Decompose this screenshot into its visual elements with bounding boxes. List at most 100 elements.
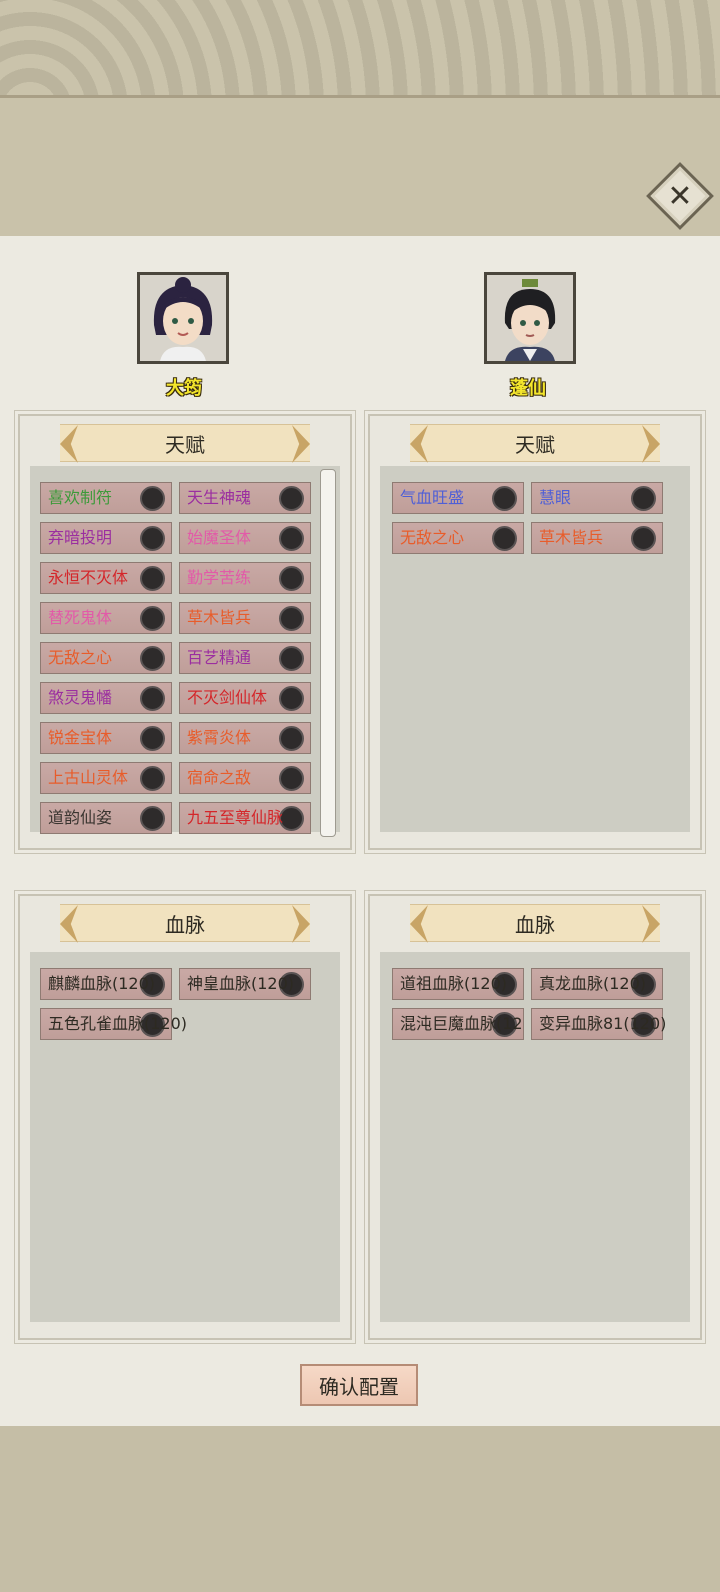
left-talent-title: 天赋 xyxy=(165,432,205,457)
bloodline-item[interactable]: 真龙血脉(120) xyxy=(531,968,663,1000)
left-bloodline-title: 血脉 xyxy=(165,912,205,937)
left-bloodline-panel: 血脉 xyxy=(18,894,352,1340)
select-toggle-icon[interactable] xyxy=(279,566,304,591)
bloodline-item-label: 神皇血脉(120) xyxy=(187,974,295,993)
confirm-config-button[interactable]: 确认配置 xyxy=(300,1364,418,1406)
talent-item[interactable]: 替死鬼体 xyxy=(40,602,172,634)
talent-item-label: 始魔圣体 xyxy=(187,528,252,547)
talent-item[interactable]: 草木皆兵 xyxy=(531,522,663,554)
talent-item[interactable]: 九五至尊仙脉 xyxy=(179,802,311,834)
talent-item[interactable]: 宿命之敌 xyxy=(179,762,311,794)
select-toggle-icon[interactable] xyxy=(279,606,304,631)
arrow-left-icon[interactable] xyxy=(410,905,428,943)
talent-item[interactable]: 锐金宝体 xyxy=(40,722,172,754)
top-decorative-band xyxy=(0,0,720,98)
talent-item[interactable]: 不灭剑仙体 xyxy=(179,682,311,714)
close-icon: ✕ xyxy=(667,178,693,214)
talent-item-label: 天生神魂 xyxy=(187,488,252,507)
talent-item[interactable]: 天生神魂 xyxy=(179,482,311,514)
bloodline-item-label: 变异血脉81(120) xyxy=(539,1014,667,1033)
right-talent-title: 天赋 xyxy=(515,432,555,457)
bloodline-item[interactable]: 变异血脉81(120) xyxy=(531,1008,667,1040)
talent-item-label: 上古山灵体 xyxy=(48,768,129,787)
left-talent-scrollbar[interactable] xyxy=(320,469,336,837)
talent-item[interactable]: 慧眼 xyxy=(531,482,663,514)
talent-item[interactable]: 无敌之心 xyxy=(40,642,172,674)
talent-item[interactable]: 草木皆兵 xyxy=(179,602,311,634)
left-talent-header: 天赋 xyxy=(60,424,310,463)
select-toggle-icon[interactable] xyxy=(492,526,517,551)
talent-item[interactable]: 永恒不灭体 xyxy=(40,562,172,594)
talent-item-label: 紫霄炎体 xyxy=(187,728,252,747)
talent-item-label: 永恒不灭体 xyxy=(48,568,129,587)
arrow-right-icon[interactable] xyxy=(292,425,310,463)
right-talent-list xyxy=(380,466,690,832)
right-bloodline-title: 血脉 xyxy=(515,912,555,937)
bloodline-item[interactable]: 道祖血脉(120) xyxy=(392,968,524,1000)
character-name-left: 大筠 xyxy=(166,378,202,399)
select-toggle-icon[interactable] xyxy=(492,486,517,511)
talent-item[interactable]: 始魔圣体 xyxy=(179,522,311,554)
bloodline-item-label: 道祖血脉(120) xyxy=(400,974,508,993)
select-toggle-icon[interactable] xyxy=(140,806,165,831)
talent-item-label: 草木皆兵 xyxy=(539,528,604,547)
select-toggle-icon[interactable] xyxy=(140,526,165,551)
talent-item-label: 草木皆兵 xyxy=(187,608,252,627)
select-toggle-icon[interactable] xyxy=(140,486,165,511)
select-toggle-icon[interactable] xyxy=(140,686,165,711)
select-toggle-icon[interactable] xyxy=(140,766,165,791)
talent-item[interactable]: 煞灵鬼幡 xyxy=(40,682,172,714)
select-toggle-icon[interactable] xyxy=(279,686,304,711)
talent-item-label: 弃暗投明 xyxy=(48,528,113,547)
select-toggle-icon[interactable] xyxy=(140,646,165,671)
avatar-left[interactable] xyxy=(137,272,229,364)
arrow-right-icon[interactable] xyxy=(642,905,660,943)
bloodline-item-label: 混沌巨魔血脉(12 xyxy=(400,1014,523,1033)
bloodline-item-label: 真龙血脉(120) xyxy=(539,974,647,993)
right-talent-panel: 天赋 xyxy=(368,414,702,850)
talent-item-label: 慧眼 xyxy=(539,488,572,507)
select-toggle-icon[interactable] xyxy=(631,486,656,511)
select-toggle-icon[interactable] xyxy=(279,766,304,791)
arrow-left-icon[interactable] xyxy=(60,425,78,463)
select-toggle-icon[interactable] xyxy=(279,486,304,511)
talent-item[interactable]: 弃暗投明 xyxy=(40,522,172,554)
talent-item[interactable]: 无敌之心 xyxy=(392,522,524,554)
bloodline-item[interactable]: 混沌巨魔血脉(12 xyxy=(392,1008,524,1040)
talent-item[interactable]: 气血旺盛 xyxy=(392,482,524,514)
select-toggle-icon[interactable] xyxy=(140,726,165,751)
select-toggle-icon[interactable] xyxy=(631,526,656,551)
bloodline-item[interactable]: 五色孔雀血脉(120) xyxy=(40,1008,187,1040)
avatar-right[interactable] xyxy=(484,272,576,364)
arrow-left-icon[interactable] xyxy=(60,905,78,943)
select-toggle-icon[interactable] xyxy=(279,726,304,751)
bottom-decorative-band xyxy=(0,1426,720,1592)
talent-item-label: 无敌之心 xyxy=(48,648,113,667)
right-bloodline-panel: 血脉 xyxy=(368,894,702,1340)
left-bloodline-header: 血脉 xyxy=(60,904,310,943)
talent-item-label: 宿命之敌 xyxy=(187,768,252,787)
select-toggle-icon[interactable] xyxy=(279,646,304,671)
talent-item[interactable]: 百艺精通 xyxy=(179,642,311,674)
right-talent-header: 天赋 xyxy=(410,424,660,463)
arrow-right-icon[interactable] xyxy=(642,425,660,463)
arrow-left-icon[interactable] xyxy=(410,425,428,463)
bloodline-item[interactable]: 麒麟血脉(120) xyxy=(40,968,172,1000)
character-name-right: 蓬仙 xyxy=(510,378,546,399)
arrow-right-icon[interactable] xyxy=(292,905,310,943)
talent-item[interactable]: 道韵仙姿 xyxy=(40,802,172,834)
talent-item[interactable]: 紫霄炎体 xyxy=(179,722,311,754)
select-toggle-icon[interactable] xyxy=(279,526,304,551)
talent-item[interactable]: 喜欢制符 xyxy=(40,482,172,514)
talent-item-label: 不灭剑仙体 xyxy=(187,688,268,707)
talent-item[interactable]: 勤学苦练 xyxy=(179,562,311,594)
talent-item[interactable]: 上古山灵体 xyxy=(40,762,172,794)
talent-item-label: 九五至尊仙脉 xyxy=(187,808,284,827)
talent-item-label: 喜欢制符 xyxy=(48,488,113,507)
talent-item-label: 煞灵鬼幡 xyxy=(48,688,113,707)
select-toggle-icon[interactable] xyxy=(140,606,165,631)
talent-item-label: 道韵仙姿 xyxy=(48,808,113,827)
select-toggle-icon[interactable] xyxy=(140,566,165,591)
right-bloodline-header: 血脉 xyxy=(410,904,660,943)
bloodline-item[interactable]: 神皇血脉(120) xyxy=(179,968,311,1000)
